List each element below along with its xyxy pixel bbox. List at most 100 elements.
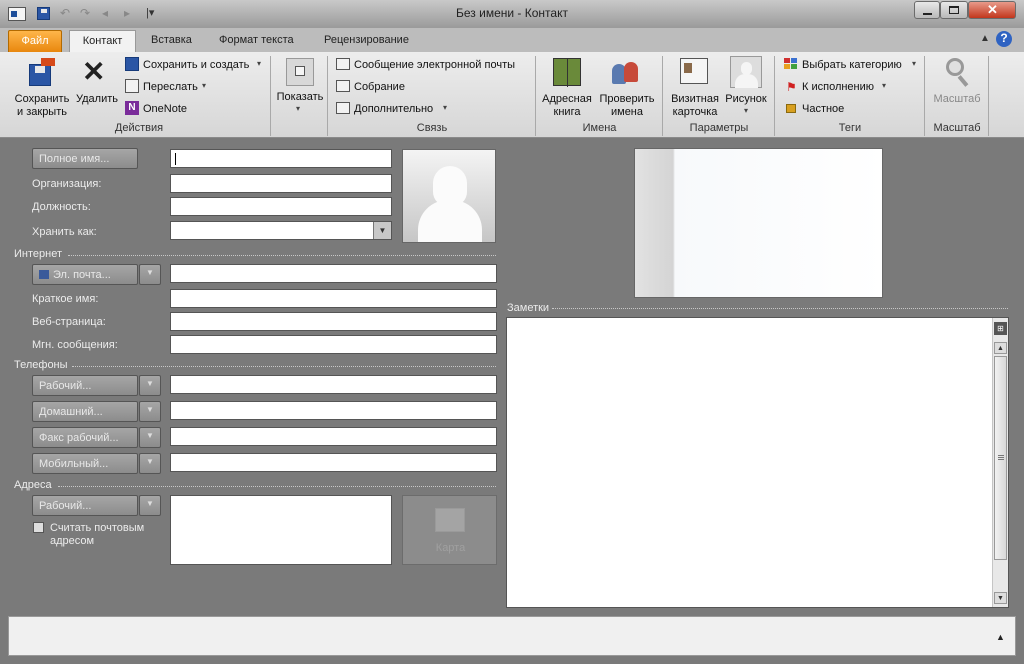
close-button[interactable]: ✕ (968, 1, 1016, 19)
map-button[interactable]: Карта (402, 495, 497, 565)
business-card-button[interactable]: Визитная карточка (666, 93, 724, 119)
phone-home-field[interactable] (170, 401, 497, 420)
file-as-dropdown-icon[interactable]: ▼ (373, 222, 391, 239)
help-icon[interactable]: ? (996, 31, 1012, 47)
private-lock-icon (786, 104, 796, 113)
options-group-label: Параметры (689, 122, 749, 134)
tab-insert[interactable]: Вставка (141, 30, 202, 52)
chevron-down-icon: ▼ (146, 431, 154, 440)
phone-fax-button[interactable]: Факс рабочий... (32, 427, 138, 448)
business-card-preview[interactable] (634, 148, 883, 298)
address-book-button[interactable]: Адресная книга (538, 93, 596, 119)
chevron-down-icon: ▼ (146, 405, 154, 414)
expand-pane-icon[interactable]: ▲ (996, 632, 1005, 642)
tab-review[interactable]: Рецензирование (314, 30, 419, 52)
ruler-icon[interactable]: ⊞ (994, 322, 1007, 335)
scroll-down-icon[interactable]: ▼ (994, 592, 1007, 604)
address-textarea[interactable] (170, 495, 392, 565)
more-dropdown-icon[interactable]: ▾ (443, 103, 447, 112)
email-icon (39, 270, 49, 279)
file-as-combobox[interactable]: ▼ (170, 221, 392, 240)
zoom-button[interactable]: Масштаб (928, 93, 986, 106)
save-close-button[interactable]: Сохранить и закрыть (12, 93, 72, 119)
categorize-button[interactable]: Выбрать категорию (802, 59, 902, 71)
email-field[interactable] (170, 264, 497, 283)
followup-button[interactable]: К исполнению (802, 81, 874, 93)
communicate-group-label: Связь (416, 122, 448, 134)
phone-business-field[interactable] (170, 375, 497, 394)
im-address-label: Мгн. сообщения: (32, 339, 118, 351)
phone-mobile-field[interactable] (170, 453, 497, 472)
section-divider (68, 255, 496, 256)
tab-format-text[interactable]: Формат текста (209, 30, 304, 52)
contact-photo[interactable] (402, 149, 496, 243)
phone-mobile-dropdown[interactable]: ▼ (139, 453, 161, 474)
display-as-field[interactable] (170, 289, 497, 308)
private-button[interactable]: Частное (802, 103, 844, 115)
email-icon (336, 58, 350, 70)
notes-label: Заметки (507, 302, 550, 314)
forward-dropdown-icon[interactable]: ▾ (202, 81, 206, 90)
separator (535, 56, 536, 136)
address-business-button[interactable]: Рабочий... (32, 495, 138, 516)
check-names-icon (612, 58, 640, 86)
window-title: Без имени - Контакт (456, 6, 568, 20)
tags-group-label: Теги (838, 122, 862, 134)
scroll-up-icon[interactable]: ▲ (994, 342, 1007, 354)
address-book-icon (553, 58, 581, 87)
names-group-label: Имена (582, 122, 617, 134)
phone-fax-dropdown[interactable]: ▼ (139, 427, 161, 448)
tab-file[interactable]: Файл (8, 30, 62, 52)
notes-textarea[interactable] (506, 317, 1009, 608)
mailing-address-checkbox[interactable] (33, 522, 44, 533)
show-dropdown-icon[interactable]: ▾ (296, 104, 300, 113)
phone-home-dropdown[interactable]: ▼ (139, 401, 161, 422)
email-button[interactable]: Эл. почта... (32, 264, 138, 285)
phone-business-button[interactable]: Рабочий... (32, 375, 138, 396)
file-as-label: Хранить как: (32, 226, 97, 238)
onenote-button[interactable]: OneNote (143, 103, 187, 115)
picture-icon (730, 56, 762, 88)
meeting-button[interactable]: Собрание (354, 81, 405, 93)
tab-contact[interactable]: Контакт (69, 30, 136, 52)
phone-fax-field[interactable] (170, 427, 497, 446)
address-business-dropdown[interactable]: ▼ (139, 495, 161, 516)
save-new-icon (125, 57, 139, 71)
company-field[interactable] (170, 174, 392, 193)
separator (662, 56, 663, 136)
followup-flag-icon: ⚑ (786, 80, 797, 94)
job-title-field[interactable] (170, 197, 392, 216)
categorize-dropdown-icon[interactable]: ▾ (912, 59, 916, 68)
forward-button[interactable]: Переслать (143, 81, 198, 93)
delete-button[interactable]: Удалить (74, 93, 120, 106)
notes-scrollbar[interactable]: ⊞ ▲ ▼ (992, 318, 1008, 607)
web-page-field[interactable] (170, 312, 497, 331)
scroll-thumb[interactable] (994, 356, 1007, 560)
chevron-down-icon: ▼ (146, 499, 154, 508)
chevron-down-icon: ▼ (146, 268, 154, 277)
meeting-icon (336, 80, 350, 92)
picture-button[interactable]: Рисунок (722, 93, 770, 106)
more-button[interactable]: Дополнительно (354, 103, 433, 115)
email-dropdown-button[interactable]: ▼ (139, 264, 161, 285)
show-button[interactable]: Показать (272, 91, 328, 104)
display-as-label: Краткое имя: (32, 293, 99, 305)
im-address-field[interactable] (170, 335, 497, 354)
minimize-button[interactable] (914, 1, 940, 19)
phone-business-dropdown[interactable]: ▼ (139, 375, 161, 396)
full-name-button[interactable]: Полное имя... (32, 148, 138, 169)
ribbon-collapse-icon[interactable]: ▲ (980, 33, 990, 44)
followup-dropdown-icon[interactable]: ▾ (882, 81, 886, 90)
picture-dropdown-icon[interactable]: ▾ (744, 106, 748, 115)
save-new-button[interactable]: Сохранить и создать (143, 59, 249, 71)
save-new-dropdown-icon[interactable]: ▾ (257, 59, 261, 68)
check-names-button[interactable]: Проверить имена (597, 93, 657, 119)
zoom-icon (944, 58, 972, 88)
delete-icon: ✕ (82, 56, 106, 87)
phone-home-button[interactable]: Домашний... (32, 401, 138, 422)
section-divider (552, 308, 1008, 309)
email-button[interactable]: Сообщение электронной почты (354, 59, 515, 71)
full-name-field[interactable] (170, 149, 392, 168)
phone-mobile-button[interactable]: Мобильный... (32, 453, 138, 474)
maximize-button[interactable] (940, 1, 968, 19)
